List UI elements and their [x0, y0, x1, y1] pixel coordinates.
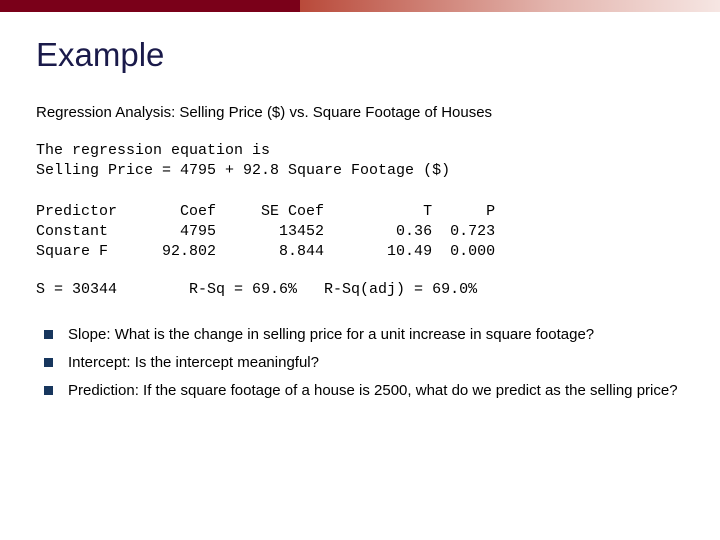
table-header-row: Predictor Coef SE Coef T P [36, 203, 495, 220]
table-row: Square F 92.802 8.844 10.49 0.000 [36, 243, 495, 260]
model-stats-line: S = 30344 R-Sq = 69.6% R-Sq(adj) = 69.0% [36, 280, 690, 300]
top-accent-solid [0, 0, 300, 12]
list-item: Prediction: If the square footage of a h… [40, 381, 690, 401]
predictor-table: Predictor Coef SE Coef T P Constant 4795… [36, 202, 690, 263]
equation-line-1: The regression equation is [36, 142, 270, 159]
analysis-subhead: Regression Analysis: Selling Price ($) v… [36, 104, 690, 121]
equation-line-2: Selling Price = 4795 + 92.8 Square Foota… [36, 162, 450, 179]
list-item: Intercept: Is the intercept meaningful? [40, 353, 690, 373]
top-accent-bar [0, 0, 720, 12]
list-item: Slope: What is the change in selling pri… [40, 325, 690, 345]
top-accent-gradient [300, 0, 720, 12]
slide-content: Example Regression Analysis: Selling Pri… [0, 12, 720, 401]
regression-equation-block: The regression equation is Selling Price… [36, 141, 690, 182]
question-list: Slope: What is the change in selling pri… [36, 325, 690, 402]
page-title: Example [36, 36, 690, 74]
table-row: Constant 4795 13452 0.36 0.723 [36, 223, 495, 240]
